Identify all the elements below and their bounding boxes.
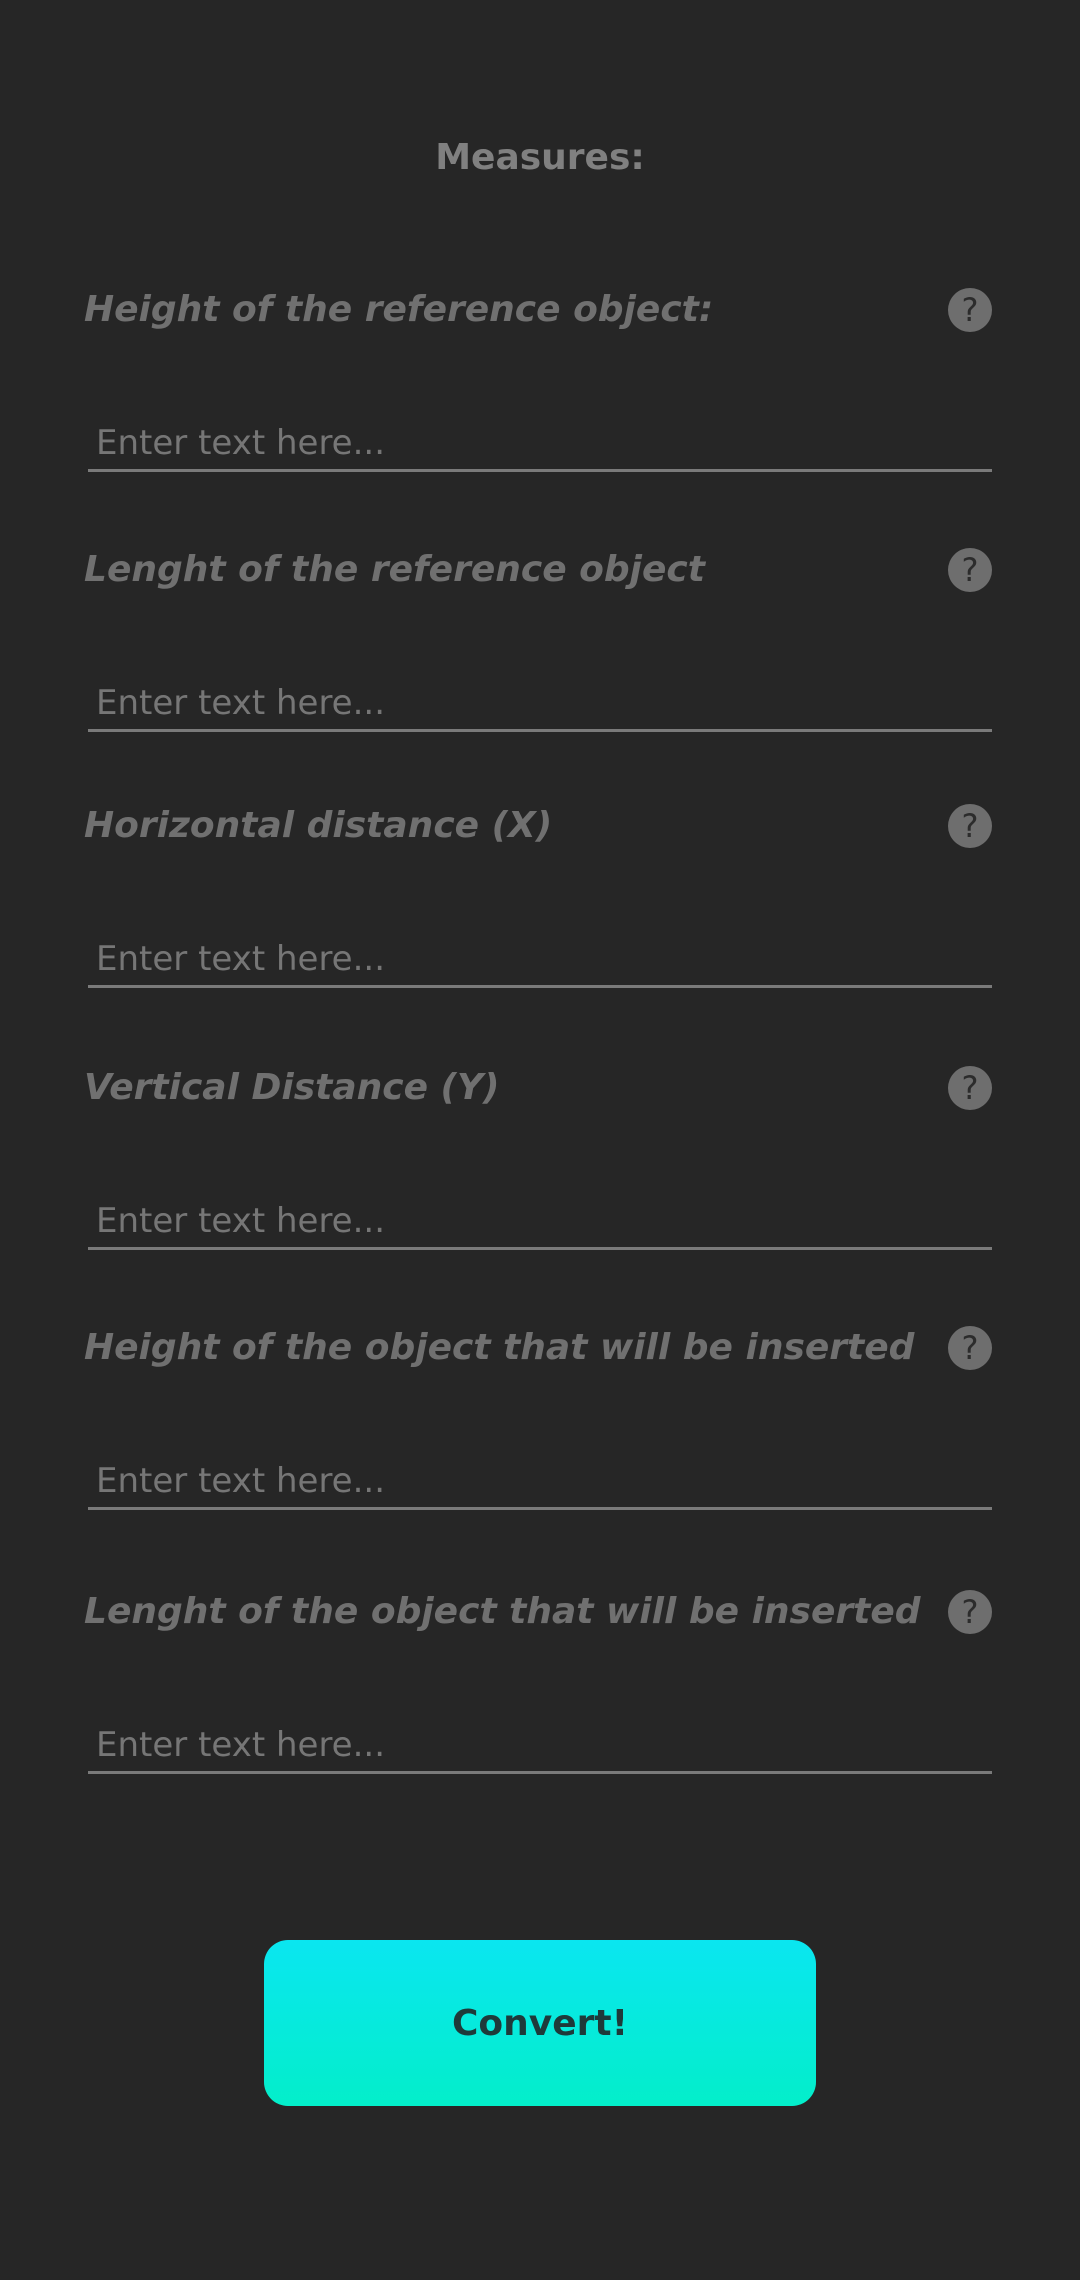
vertical-distance-input[interactable] [88,1198,992,1250]
field-reference-height: Height of the reference object: ? [84,280,992,480]
reference-length-input[interactable] [88,680,992,732]
field-vertical-distance: Vertical Distance (Y) ? [84,1058,992,1258]
field-inserted-height: Height of the object that will be insert… [84,1318,992,1518]
reference-height-label: Height of the reference object: [84,289,714,330]
help-icon[interactable]: ? [948,804,992,848]
horizontal-distance-input[interactable] [88,936,992,988]
reference-length-label: Lenght of the reference object [84,549,705,590]
help-icon[interactable]: ? [948,548,992,592]
inserted-height-input[interactable] [88,1458,992,1510]
page-title: Measures: [435,137,645,178]
field-horizontal-distance: Horizontal distance (X) ? [84,796,992,996]
vertical-distance-label: Vertical Distance (Y) [84,1067,500,1108]
field-inserted-length: Lenght of the object that will be insert… [84,1582,992,1782]
inserted-height-label: Height of the object that will be insert… [84,1327,915,1368]
inserted-length-input[interactable] [88,1722,992,1774]
inserted-length-label: Lenght of the object that will be insert… [84,1591,921,1632]
field-reference-length: Lenght of the reference object ? [84,540,992,740]
help-icon[interactable]: ? [948,288,992,332]
help-icon[interactable]: ? [948,1066,992,1110]
convert-button[interactable]: Convert! [264,1940,816,2106]
horizontal-distance-label: Horizontal distance (X) [84,805,553,846]
help-icon[interactable]: ? [948,1590,992,1634]
reference-height-input[interactable] [88,420,992,472]
help-icon[interactable]: ? [948,1326,992,1370]
